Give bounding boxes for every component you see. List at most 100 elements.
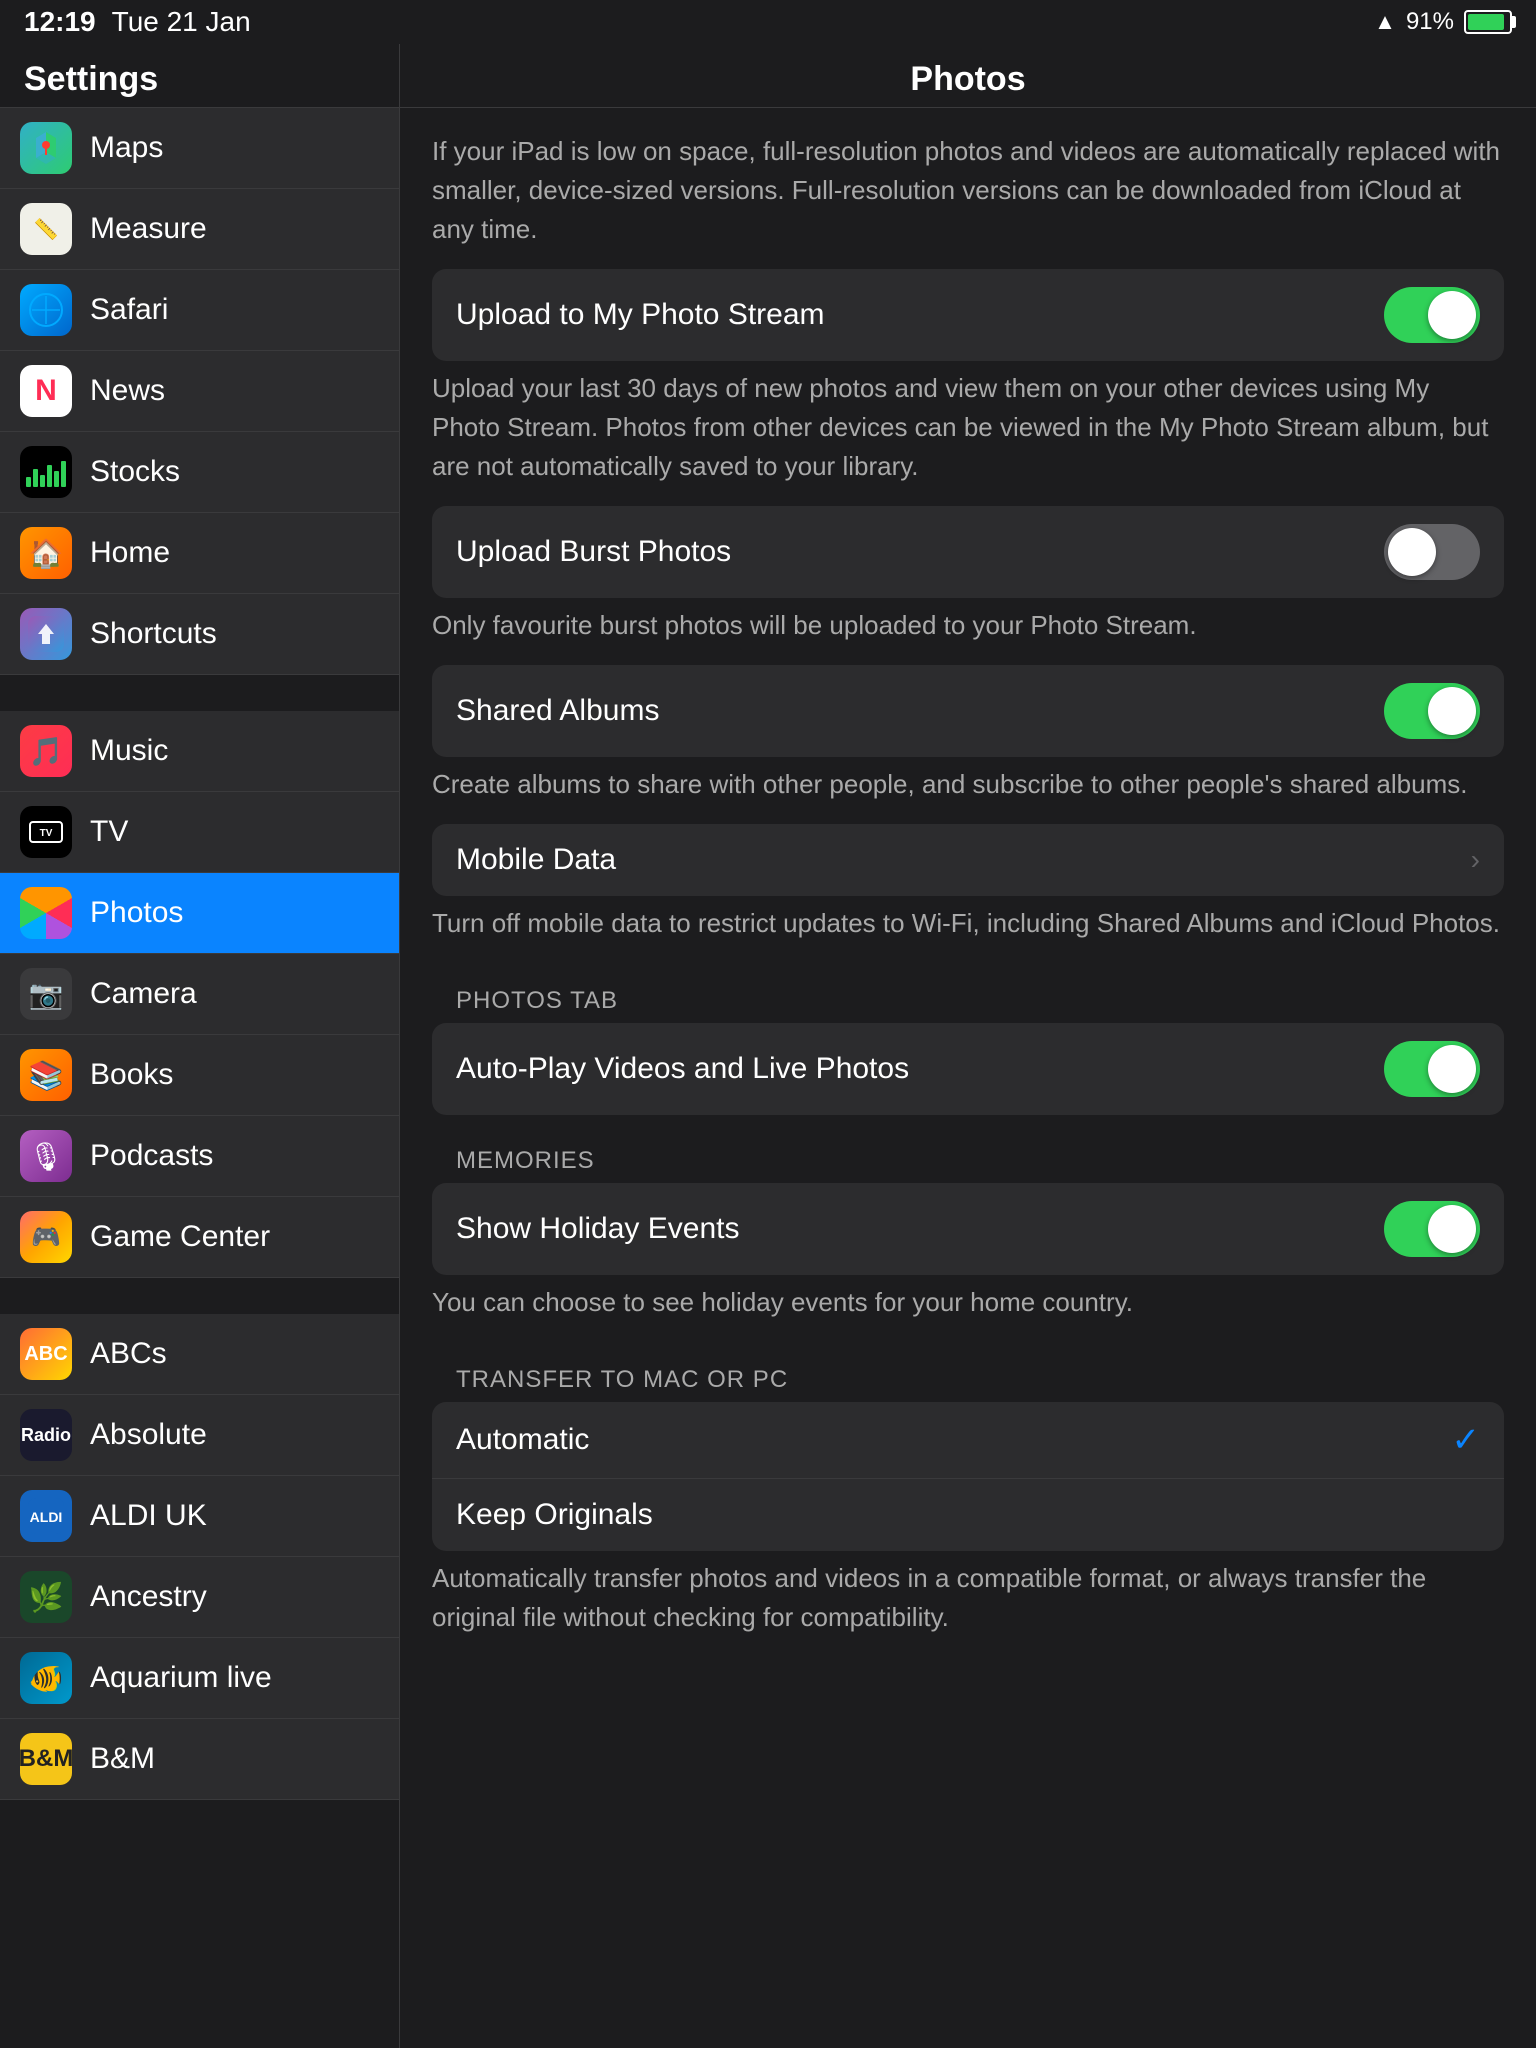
- sidebar-item-home[interactable]: 🏠 Home: [0, 513, 399, 594]
- music-icon: 🎵: [20, 725, 72, 777]
- tv-icon: TV: [20, 806, 72, 858]
- sidebar-item-abcs[interactable]: ABC ABCs: [0, 1314, 399, 1395]
- maps-svg: [28, 130, 64, 166]
- sidebar-item-aquarium[interactable]: 🐠 Aquarium live: [0, 1638, 399, 1719]
- sidebar-item-maps[interactable]: Maps: [0, 108, 399, 189]
- status-time: 12:19: [24, 6, 96, 38]
- podcasts-icon: 🎙: [20, 1130, 72, 1182]
- holiday-events-card: Show Holiday Events: [432, 1183, 1504, 1275]
- burst-photos-description: Only favourite burst photos will be uplo…: [432, 606, 1504, 645]
- mobile-data-chevron: ›: [1471, 844, 1480, 876]
- automatic-checkmark: ✓: [1452, 1420, 1481, 1460]
- safari-label: Safari: [90, 293, 168, 327]
- photos-icon: [20, 887, 72, 939]
- gamecenter-label: Game Center: [90, 1220, 270, 1254]
- stocks-label: Stocks: [90, 455, 180, 489]
- sidebar-item-books[interactable]: 📚 Books: [0, 1035, 399, 1116]
- sidebar-item-measure[interactable]: 📏 Measure: [0, 189, 399, 270]
- mobile-data-description: Turn off mobile data to restrict updates…: [432, 904, 1504, 943]
- svg-text:TV: TV: [40, 828, 53, 839]
- shared-albums-toggle-knob: [1428, 687, 1476, 735]
- photo-stream-toggle[interactable]: [1384, 287, 1480, 343]
- mobile-data-row[interactable]: Mobile Data ›: [432, 824, 1504, 896]
- sidebar-item-ancestry[interactable]: 🌿 Ancestry: [0, 1557, 399, 1638]
- absolute-icon: Radio: [20, 1409, 72, 1461]
- camera-label: Camera: [90, 977, 197, 1011]
- automatic-row[interactable]: Automatic ✓: [432, 1402, 1504, 1479]
- sidebar-item-stocks[interactable]: Stocks: [0, 432, 399, 513]
- home-label: Home: [90, 536, 170, 570]
- maps-label: Maps: [90, 131, 163, 165]
- transfer-card: Automatic ✓ Keep Originals: [432, 1402, 1504, 1551]
- holiday-events-description: You can choose to see holiday events for…: [432, 1283, 1504, 1322]
- sidebar-item-podcasts[interactable]: 🎙 Podcasts: [0, 1116, 399, 1197]
- shared-albums-row: Shared Albums: [432, 665, 1504, 757]
- sidebar-item-safari[interactable]: Safari: [0, 270, 399, 351]
- transfer-section-label: TRANSFER TO MAC OR PC: [432, 1342, 1504, 1402]
- automatic-label: Automatic: [456, 1423, 589, 1457]
- abcs-label: ABCs: [90, 1337, 167, 1371]
- measure-icon: 📏: [20, 203, 72, 255]
- bm-icon: B&M: [20, 1733, 72, 1785]
- keep-originals-label: Keep Originals: [456, 1498, 653, 1532]
- keep-originals-row[interactable]: Keep Originals: [432, 1479, 1504, 1551]
- bm-label: B&M: [90, 1742, 155, 1776]
- shared-albums-toggle[interactable]: [1384, 683, 1480, 739]
- sidebar-item-bm[interactable]: B&M B&M: [0, 1719, 399, 1799]
- top-description: If your iPad is low on space, full-resol…: [432, 132, 1504, 249]
- autoplay-card: Auto-Play Videos and Live Photos: [432, 1023, 1504, 1115]
- photo-stream-card: Upload to My Photo Stream: [432, 269, 1504, 361]
- right-panel-content: If your iPad is low on space, full-resol…: [400, 108, 1536, 1681]
- sidebar-item-shortcuts[interactable]: Shortcuts: [0, 594, 399, 674]
- autoplay-toggle[interactable]: [1384, 1041, 1480, 1097]
- memories-section-label: MEMORIES: [432, 1123, 1504, 1183]
- sidebar-item-tv[interactable]: TV TV: [0, 792, 399, 873]
- sidebar-gap-1: [0, 675, 399, 711]
- stocks-icon: [20, 446, 72, 498]
- photo-stream-toggle-knob: [1428, 291, 1476, 339]
- photo-stream-label: Upload to My Photo Stream: [456, 298, 825, 332]
- sidebar-item-photos[interactable]: Photos: [0, 873, 399, 954]
- gamecenter-icon: 🎮: [20, 1211, 72, 1263]
- holiday-events-label: Show Holiday Events: [456, 1212, 739, 1246]
- status-left: 12:19 Tue 21 Jan: [24, 6, 251, 38]
- main-content: Settings Maps 📏: [0, 44, 1536, 2048]
- sidebar-item-camera[interactable]: 📷 Camera: [0, 954, 399, 1035]
- sidebar: Settings Maps 📏: [0, 44, 400, 2048]
- aldi-icon: ALDI: [20, 1490, 72, 1542]
- maps-icon: [20, 122, 72, 174]
- photo-stream-row: Upload to My Photo Stream: [432, 269, 1504, 361]
- svg-text:ALDI: ALDI: [30, 1509, 63, 1525]
- holiday-events-toggle-knob: [1428, 1205, 1476, 1253]
- burst-photos-label: Upload Burst Photos: [456, 535, 731, 569]
- transfer-description: Automatically transfer photos and videos…: [432, 1559, 1504, 1637]
- battery-percentage: 91%: [1406, 8, 1454, 36]
- right-panel-header: Photos: [400, 44, 1536, 108]
- holiday-events-toggle[interactable]: [1384, 1201, 1480, 1257]
- wifi-icon: ▲: [1374, 9, 1396, 35]
- sidebar-item-aldi[interactable]: ALDI ALDI UK: [0, 1476, 399, 1557]
- mobile-data-label: Mobile Data: [456, 843, 616, 877]
- abcs-icon: ABC: [20, 1328, 72, 1380]
- autoplay-row: Auto-Play Videos and Live Photos: [432, 1023, 1504, 1115]
- sidebar-section-2: 🎵 Music TV TV Photos �: [0, 711, 399, 1278]
- photo-stream-description: Upload your last 30 days of new photos a…: [432, 369, 1504, 486]
- sidebar-item-news[interactable]: N News: [0, 351, 399, 432]
- sidebar-item-gamecenter[interactable]: 🎮 Game Center: [0, 1197, 399, 1277]
- status-date: Tue 21 Jan: [112, 6, 251, 38]
- shared-albums-description: Create albums to share with other people…: [432, 765, 1504, 804]
- sidebar-item-absolute[interactable]: Radio Absolute: [0, 1395, 399, 1476]
- shortcuts-icon: [20, 608, 72, 660]
- shortcuts-label: Shortcuts: [90, 617, 217, 651]
- books-label: Books: [90, 1058, 173, 1092]
- absolute-label: Absolute: [90, 1418, 207, 1452]
- music-label: Music: [90, 734, 168, 768]
- safari-icon: [20, 284, 72, 336]
- sidebar-item-music[interactable]: 🎵 Music: [0, 711, 399, 792]
- ancestry-icon: 🌿: [20, 1571, 72, 1623]
- photos-tab-section-label: PHOTOS TAB: [432, 963, 1504, 1023]
- status-right: ▲ 91%: [1374, 8, 1512, 36]
- burst-photos-toggle[interactable]: [1384, 524, 1480, 580]
- battery-icon: [1464, 10, 1512, 34]
- books-icon: 📚: [20, 1049, 72, 1101]
